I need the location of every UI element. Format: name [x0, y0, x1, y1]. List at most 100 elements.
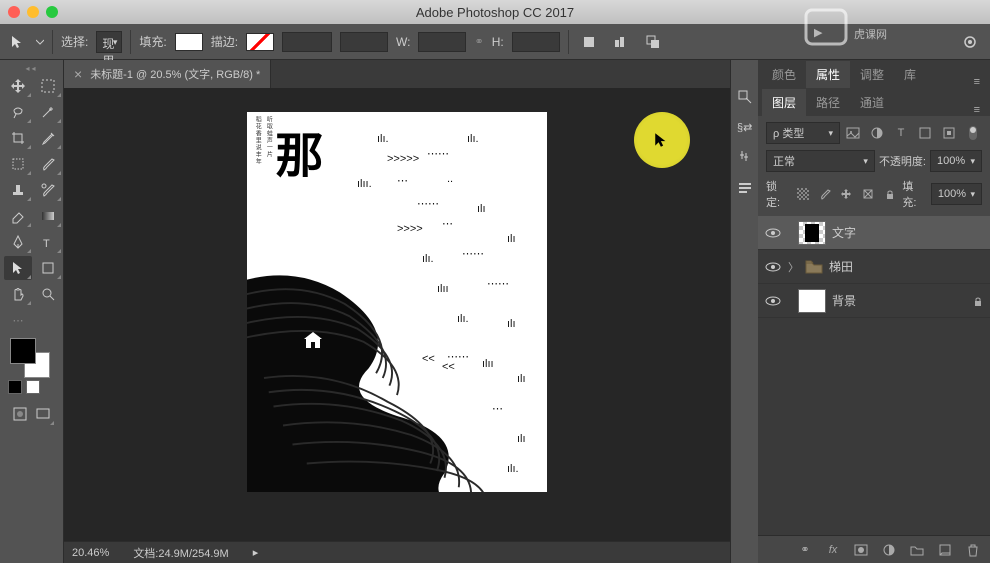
pen-tool[interactable]: [4, 230, 32, 254]
align-icon[interactable]: [609, 30, 633, 54]
stroke-width-input[interactable]: [282, 32, 332, 52]
opacity-input[interactable]: 100%▾: [930, 150, 982, 172]
tab-color[interactable]: 颜色: [762, 61, 806, 88]
dock-item-2[interactable]: §⇄: [734, 116, 756, 138]
magic-wand-tool[interactable]: [34, 100, 62, 124]
mask-icon[interactable]: [852, 541, 870, 559]
quick-mask-tool[interactable]: [8, 402, 32, 426]
height-input[interactable]: [512, 32, 560, 52]
tab-properties[interactable]: 属性: [806, 61, 850, 88]
dock-item-4[interactable]: [734, 176, 756, 198]
foreground-color[interactable]: [10, 338, 36, 364]
svg-text:ılıı.: ılıı.: [357, 178, 372, 190]
layer-name[interactable]: 背景: [832, 292, 966, 309]
layers-menu-icon[interactable]: ≡: [968, 104, 986, 116]
move-tool[interactable]: [4, 74, 32, 98]
visibility-toggle[interactable]: [764, 292, 782, 310]
filter-shape-icon[interactable]: [916, 124, 934, 142]
blend-mode-dropdown[interactable]: 正常▾: [766, 150, 875, 172]
delete-icon[interactable]: [964, 541, 982, 559]
frame-tool[interactable]: [4, 152, 32, 176]
layer-item[interactable]: 背景: [758, 284, 990, 318]
dock-item-3[interactable]: [734, 146, 756, 168]
group-icon[interactable]: [908, 541, 926, 559]
path-select-tool[interactable]: [4, 256, 32, 280]
layer-item[interactable]: 〉 梯田: [758, 250, 990, 284]
layer-item[interactable]: 文字: [758, 216, 990, 250]
eyedropper-tool[interactable]: [34, 126, 62, 150]
tab-channels[interactable]: 通道: [850, 89, 894, 116]
default-colors[interactable]: [8, 380, 22, 394]
close-tab-icon[interactable]: ×: [74, 66, 82, 82]
width-input[interactable]: [418, 32, 466, 52]
panel-tabs-layers: 图层 路径 通道 ≡: [758, 88, 990, 116]
screen-mode-tool[interactable]: [32, 402, 56, 426]
toolbox-handle[interactable]: ◂◂: [2, 64, 61, 72]
adjustment-icon[interactable]: [880, 541, 898, 559]
crop-tool[interactable]: [4, 126, 32, 150]
layer-thumbnail[interactable]: [798, 221, 826, 245]
close-window-button[interactable]: [8, 6, 20, 18]
stamp-tool[interactable]: [4, 178, 32, 202]
link-layers-icon[interactable]: ⚭: [796, 541, 814, 559]
lock-pixels-icon[interactable]: [794, 185, 812, 203]
layer-name[interactable]: 梯田: [829, 258, 984, 275]
lock-icon: [972, 295, 984, 307]
type-tool[interactable]: T: [34, 230, 62, 254]
fill-swatch[interactable]: [175, 33, 203, 51]
document-tab[interactable]: × 未标题-1 @ 20.5% (文字, RGB/8) *: [64, 60, 271, 88]
dock-item-1[interactable]: [734, 86, 756, 108]
tab-paths[interactable]: 路径: [806, 89, 850, 116]
status-arrow[interactable]: ▸: [253, 546, 259, 559]
filter-type-icon[interactable]: T: [892, 124, 910, 142]
zoom-tool[interactable]: [34, 282, 62, 306]
maximize-window-button[interactable]: [46, 6, 58, 18]
filter-adjust-icon[interactable]: [868, 124, 886, 142]
arrange-icon[interactable]: [641, 30, 665, 54]
stroke-swatch[interactable]: [246, 33, 274, 51]
layer-name[interactable]: 文字: [832, 224, 984, 241]
minimize-window-button[interactable]: [27, 6, 39, 18]
swap-colors[interactable]: [26, 380, 40, 394]
svg-text:⋯⋯: ⋯⋯: [417, 198, 439, 210]
eraser-tool[interactable]: [4, 204, 32, 228]
history-brush-tool[interactable]: [34, 178, 62, 202]
layer-filter-dropdown[interactable]: ρ 类型▾: [766, 122, 840, 144]
canvas-viewport[interactable]: 稻花香里说丰年 听取蛙声一片 那: [64, 88, 730, 541]
lock-position-icon[interactable]: [838, 185, 856, 203]
chevron-down-icon[interactable]: [36, 38, 44, 46]
path-ops-icon[interactable]: [577, 30, 601, 54]
artboard[interactable]: 稻花香里说丰年 听取蛙声一片 那: [247, 112, 547, 492]
lasso-tool[interactable]: [4, 100, 32, 124]
marker-glyphs: ılı.ılı. >>>>>⋯⋯ ılıı.⋯.. ⋯⋯ılı >>>>⋯ılı…: [247, 112, 547, 492]
lock-all-icon[interactable]: [881, 185, 899, 203]
lock-artboard-icon[interactable]: [859, 185, 877, 203]
layer-thumbnail[interactable]: [798, 289, 826, 313]
visibility-toggle[interactable]: [764, 224, 782, 242]
tab-layers[interactable]: 图层: [762, 89, 806, 116]
marquee-tool[interactable]: [34, 74, 62, 98]
new-layer-icon[interactable]: [936, 541, 954, 559]
gradient-tool[interactable]: [34, 204, 62, 228]
filter-toggle[interactable]: [964, 124, 982, 142]
hand-tool[interactable]: [4, 282, 32, 306]
filter-image-icon[interactable]: [844, 124, 862, 142]
fx-icon[interactable]: fx: [824, 541, 842, 559]
brush-tool[interactable]: [34, 152, 62, 176]
edit-toolbar[interactable]: ⋯: [4, 308, 32, 332]
stroke-style-input[interactable]: [340, 32, 388, 52]
select-layer-dropdown[interactable]: [96, 31, 122, 53]
filter-smart-icon[interactable]: [940, 124, 958, 142]
gear-icon[interactable]: [958, 30, 982, 54]
visibility-toggle[interactable]: [764, 258, 782, 276]
lock-brush-icon[interactable]: [816, 185, 834, 203]
fill-opacity-input[interactable]: 100%▾: [931, 183, 982, 205]
shape-tool[interactable]: [34, 256, 62, 280]
tab-library[interactable]: 库: [894, 61, 926, 88]
link-icon[interactable]: ⚭: [474, 35, 483, 48]
doc-info[interactable]: 文档:24.9M/254.9M: [133, 545, 228, 561]
zoom-level[interactable]: 20.46%: [72, 547, 109, 559]
expand-chevron-icon[interactable]: 〉: [788, 259, 799, 275]
panel-menu-icon[interactable]: ≡: [968, 76, 986, 88]
tab-adjustments[interactable]: 调整: [850, 61, 894, 88]
